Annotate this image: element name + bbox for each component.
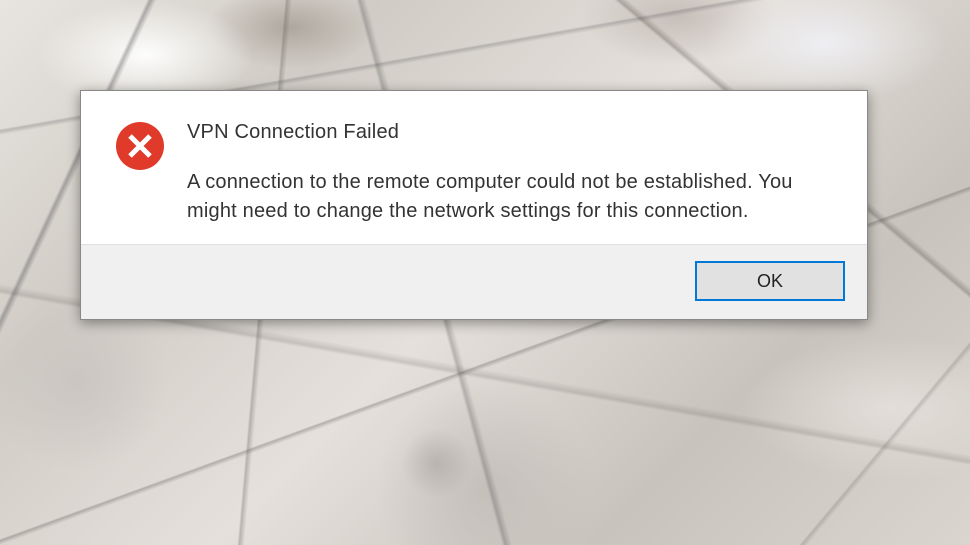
dialog-title: VPN Connection Failed <box>187 121 833 144</box>
dialog-message: A connection to the remote computer coul… <box>187 168 827 226</box>
error-dialog: VPN Connection Failed A connection to th… <box>80 90 868 320</box>
ok-button[interactable]: OK <box>695 261 845 301</box>
dialog-text-container: VPN Connection Failed A connection to th… <box>187 121 833 226</box>
error-x-icon <box>115 121 165 171</box>
dialog-footer: OK <box>81 244 867 319</box>
dialog-body: VPN Connection Failed A connection to th… <box>81 91 867 244</box>
dialog-icon-container <box>115 121 165 226</box>
